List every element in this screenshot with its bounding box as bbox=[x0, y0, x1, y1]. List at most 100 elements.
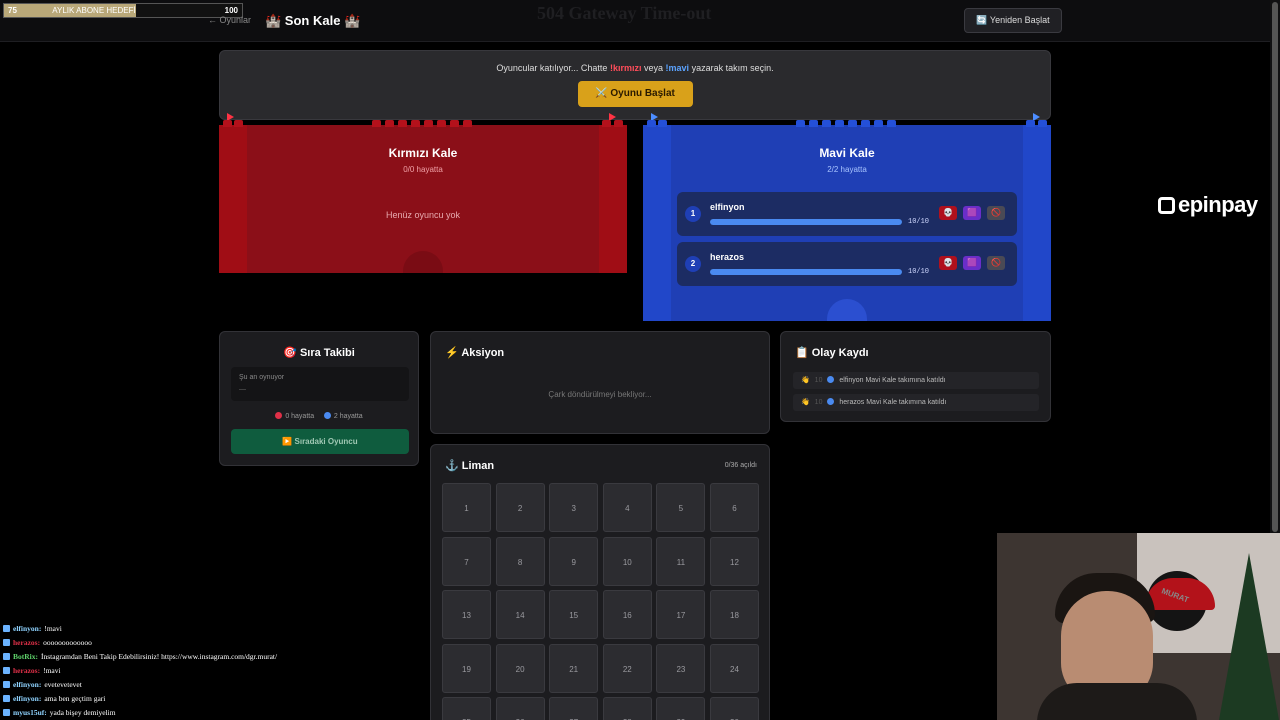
harbor-cell[interactable]: 4 bbox=[602, 483, 652, 532]
crenel bbox=[822, 120, 831, 127]
event-log-panel: 📋 Olay Kaydı 👋 10 elfinyon Mavi Kale tak… bbox=[780, 331, 1051, 422]
harbor-cell[interactable]: 24 bbox=[710, 643, 759, 693]
harbor-cell[interactable]: 19 bbox=[442, 643, 491, 693]
chat-line: elfinyon: ama ben geçtim gari bbox=[3, 692, 363, 706]
harbor-cell[interactable]: 2 bbox=[495, 483, 545, 532]
chat-message: evetevetevet bbox=[44, 680, 82, 689]
log-text: herazos Mavi Kale takımına katıldı bbox=[839, 399, 947, 406]
chat-message: ooooooooooooo bbox=[43, 638, 92, 647]
harbor-cell[interactable]: 8 bbox=[495, 536, 545, 586]
harbor-cell[interactable]: 25 bbox=[442, 697, 491, 720]
harbor-cell[interactable]: 13 bbox=[442, 590, 491, 640]
harbor-cell[interactable]: 10 bbox=[602, 536, 652, 586]
log-time: 10 bbox=[814, 377, 823, 384]
harbor-cell[interactable]: 28 bbox=[602, 697, 652, 720]
chat-line: myus15uf: yada bişey demiyelim bbox=[3, 706, 363, 720]
brand-name: epinpay bbox=[1178, 192, 1258, 217]
skull-icon[interactable]: 💀 bbox=[939, 256, 957, 270]
turn-tracker-title: 🎯 Sıra Takibi bbox=[283, 347, 355, 359]
banner-text-prefix: Oyuncular katılıyor... Chatte bbox=[496, 63, 608, 73]
crenel bbox=[614, 120, 623, 127]
harbor-panel: ⚓ Liman 0/36 açıldı 1 2 3 4 5 6 7 8 9 10 11 12 13 14 1… bbox=[430, 444, 770, 720]
start-game-button[interactable]: ⚔️ Oyunu Başlat bbox=[577, 81, 693, 107]
crenel bbox=[372, 120, 381, 127]
blue-alive: 2 hayatta bbox=[333, 413, 363, 420]
crenel bbox=[861, 120, 870, 127]
crenel bbox=[796, 120, 805, 127]
red-alive-count: 0/0 hayatta bbox=[403, 165, 443, 174]
chat-username: elfinyon: bbox=[13, 694, 42, 703]
badge-icon bbox=[3, 695, 10, 702]
harbor-open-count: 0/36 açıldı bbox=[724, 462, 757, 469]
chat-line: BotRix: İnstagramdan Beni Takip Edebilirs… bbox=[3, 650, 363, 664]
log-entry: 👋 10 elfinyon Mavi Kale takımına katıldı bbox=[793, 372, 1039, 389]
crenel bbox=[424, 120, 433, 127]
back-to-games-link[interactable]: ← Oyunlar bbox=[208, 15, 251, 25]
crenel bbox=[887, 120, 896, 127]
badge-icon bbox=[3, 639, 10, 646]
harbor-cell[interactable]: 26 bbox=[495, 697, 545, 720]
player-card: 1 elfinyon 10/10 💀 🟪 🚫 bbox=[677, 192, 1017, 236]
harbor-cell[interactable]: 27 bbox=[549, 697, 599, 720]
chat-message: yada bişey demiyelim bbox=[49, 708, 116, 717]
red-dot-icon bbox=[275, 412, 283, 419]
harbor-cell[interactable]: 15 bbox=[549, 590, 599, 640]
restart-button[interactable]: 🔄 Yeniden Başlat bbox=[964, 8, 1062, 33]
harbor-cell[interactable]: 7 bbox=[442, 536, 491, 586]
scroll-thumb[interactable] bbox=[1272, 2, 1278, 532]
harbor-cell[interactable]: 18 bbox=[710, 590, 759, 640]
chat-line: herazos: !mavi bbox=[3, 664, 363, 678]
shield-icon[interactable]: 🟪 bbox=[963, 256, 981, 270]
crenel bbox=[848, 120, 857, 127]
next-player-button[interactable]: ▶️ Sıradaki Oyuncu bbox=[231, 429, 409, 454]
blue-alive-count: 2/2 hayatta bbox=[827, 165, 867, 174]
crenel bbox=[411, 120, 420, 127]
crenel bbox=[398, 120, 407, 127]
harbor-cell[interactable]: 9 bbox=[549, 536, 599, 586]
banner-text: Oyuncular katılıyor... Chatte !kırmızı v… bbox=[220, 63, 1050, 73]
harbor-cell[interactable]: 20 bbox=[495, 643, 545, 693]
log-text: elfinyon Mavi Kale takımına katıldı bbox=[839, 377, 946, 384]
action-title: ⚡ Aksiyon bbox=[445, 347, 505, 359]
crenel bbox=[647, 120, 656, 127]
webcam-feed: MURAT bbox=[997, 533, 1280, 720]
harbor-cell[interactable]: 5 bbox=[656, 483, 706, 532]
harbor-cell[interactable]: 21 bbox=[549, 643, 599, 693]
harbor-cell[interactable]: 12 bbox=[710, 536, 759, 586]
harbor-cell[interactable]: 29 bbox=[656, 697, 706, 720]
chat-message: İnstagramdan Beni Takip Edebilirsiniz! h… bbox=[41, 652, 278, 661]
crenel bbox=[1038, 120, 1047, 127]
player-hp-text: 10/10 bbox=[908, 268, 930, 276]
harbor-cell[interactable]: 11 bbox=[656, 536, 706, 586]
gateway-error-text: 504 Gateway Time-out bbox=[537, 3, 712, 23]
app-root: 75 AYLIK ABONE HEDEFİ 100 ← Oyunlar 🏰 So… bbox=[0, 0, 1280, 720]
blue-dot-icon bbox=[827, 376, 835, 383]
harbor-cell[interactable]: 16 bbox=[602, 590, 652, 640]
shield-icon[interactable]: 🟪 bbox=[963, 206, 981, 220]
harbor-cell[interactable]: 6 bbox=[710, 483, 759, 532]
chat-username: BotRix: bbox=[13, 652, 38, 661]
harbor-cell[interactable]: 30 bbox=[710, 697, 759, 720]
banner-text-suffix: yazarak takım seçin. bbox=[691, 63, 774, 73]
harbor-cell[interactable]: 14 bbox=[495, 590, 545, 640]
goal-label: AYLIK ABONE HEDEFİ bbox=[52, 6, 136, 15]
chat-username: herazos: bbox=[13, 638, 41, 647]
crenel bbox=[602, 120, 611, 127]
badge-icon bbox=[3, 625, 10, 632]
page-title: 🏰 Son Kale 🏰 bbox=[265, 13, 361, 28]
wave-icon: 👋 bbox=[801, 377, 810, 384]
block-icon[interactable]: 🚫 bbox=[987, 206, 1005, 220]
chat-line: herazos: ooooooooooooo bbox=[3, 636, 363, 650]
crenel bbox=[463, 120, 472, 127]
player-hp-bar bbox=[710, 219, 902, 225]
chat-message: ama ben geçtim gari bbox=[44, 694, 106, 703]
player-rank: 2 bbox=[685, 256, 701, 272]
harbor-cell[interactable]: 17 bbox=[656, 590, 706, 640]
harbor-cell[interactable]: 3 bbox=[549, 483, 599, 532]
skull-icon[interactable]: 💀 bbox=[939, 206, 957, 220]
chat-username: herazos: bbox=[13, 666, 41, 675]
harbor-cell[interactable]: 1 bbox=[442, 483, 491, 532]
harbor-cell[interactable]: 23 bbox=[656, 643, 706, 693]
harbor-cell[interactable]: 22 bbox=[602, 643, 652, 693]
block-icon[interactable]: 🚫 bbox=[987, 256, 1005, 270]
